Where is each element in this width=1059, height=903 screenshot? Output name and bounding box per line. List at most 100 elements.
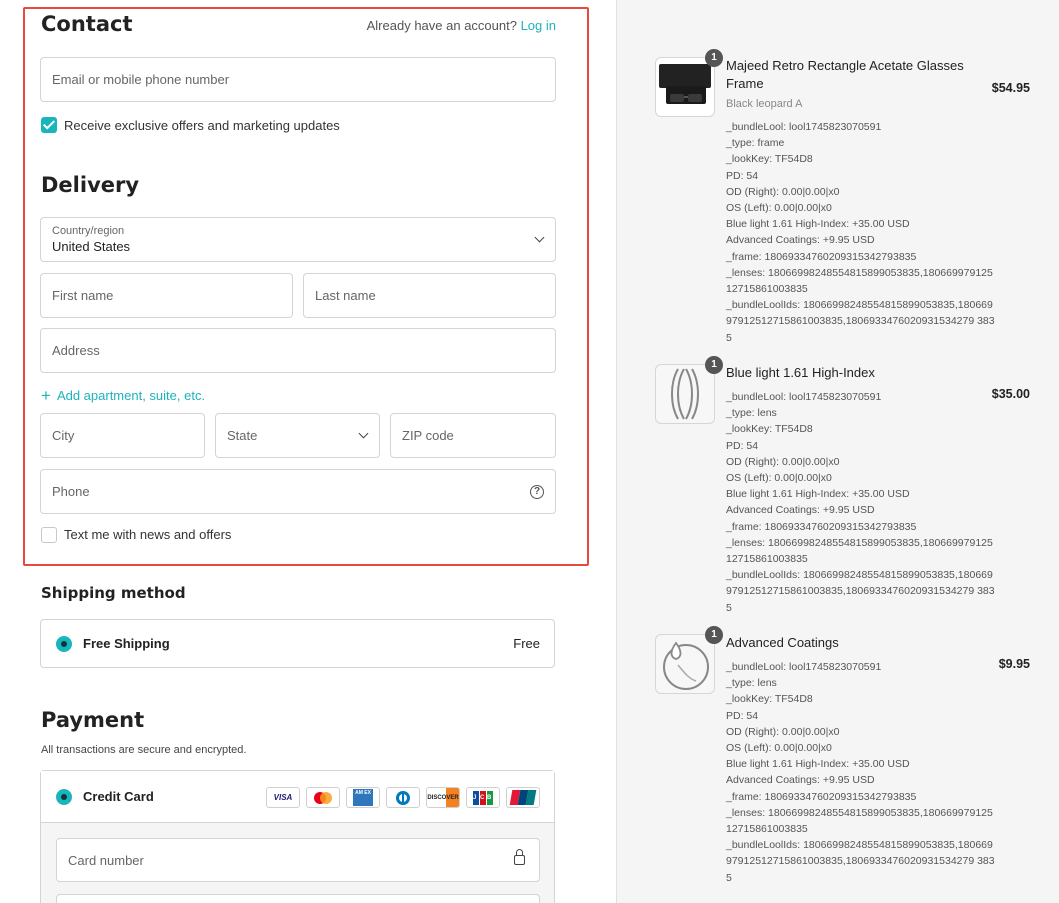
property-line: OD (Right): 0.00|0.00|x0 (726, 725, 840, 738)
product-properties: _bundleLool: lool1745823070591 _type: le… (726, 659, 996, 886)
property-line: _lookKey: TF54D8 (726, 423, 813, 436)
add-apartment-link[interactable]: + Add apartment, suite, etc. (41, 385, 205, 405)
sms-label: Text me with news and offers (64, 527, 232, 542)
jcb-icon: JCB (466, 787, 500, 808)
country-value: United States (52, 239, 131, 254)
plus-icon: + (41, 386, 51, 405)
card-logos: VISA AM EX DISCOVER JCB (266, 787, 540, 808)
login-prompt-text: Already have an account? (366, 18, 517, 33)
phone-field[interactable]: Phone ? (40, 469, 556, 514)
property-line: _frame: 18069334760209315342793835 (726, 790, 917, 803)
diners-icon (386, 787, 420, 808)
property-line: _lenses: 18066998248554815899053835,1806… (726, 806, 993, 836)
property-line: _bundleLool: lool1745823070591 (726, 391, 882, 403)
property-line: _lookKey: TF54D8 (726, 153, 813, 166)
zip-placeholder: ZIP code (402, 428, 454, 443)
product-price: $54.95 (991, 81, 1030, 95)
card-details: Card number (41, 823, 554, 903)
shipping-radio[interactable] (56, 636, 72, 652)
unionpay-icon (506, 787, 540, 808)
property-line: OD (Right): 0.00|0.00|x0 (726, 185, 840, 198)
quantity-badge: 1 (705, 49, 723, 67)
property-line: OD (Right): 0.00|0.00|x0 (726, 455, 840, 468)
product-thumbnail (655, 364, 715, 424)
product-name: Blue light 1.61 High-Index (726, 365, 875, 380)
property-line: _type: frame (726, 137, 785, 150)
last-name-field[interactable]: Last name (303, 273, 556, 318)
contact-title: Contact (41, 12, 133, 36)
address-placeholder: Address (52, 343, 100, 358)
property-line: Blue light 1.61 High-Index: +35.00 USD (726, 758, 910, 771)
quantity-badge: 1 (705, 626, 723, 644)
property-line: _bundleLool: lool1745823070591 (726, 661, 882, 673)
chevron-down-icon (534, 232, 545, 243)
sms-checkbox[interactable] (41, 527, 57, 543)
last-name-placeholder: Last name (315, 288, 376, 303)
payment-subtitle: All transactions are secure and encrypte… (41, 744, 247, 756)
coating-image (663, 641, 709, 690)
product-price: $9.95 (998, 657, 1030, 671)
property-line: _bundleLool: lool1745823070591 (726, 121, 882, 133)
email-field[interactable]: Email or mobile phone number (40, 57, 556, 102)
zip-field[interactable]: ZIP code (390, 413, 556, 458)
credit-card-option[interactable]: Credit Card VISA AM EX DISCOVER JCB (41, 771, 554, 823)
property-line: OS (Left): 0.00|0.00|x0 (726, 472, 832, 485)
shipping-option-price: Free (513, 636, 540, 651)
property-line: Advanced Coatings: +9.95 USD (726, 504, 875, 517)
property-line: PD: 54 (726, 439, 759, 452)
country-select[interactable]: Country/region United States (40, 217, 556, 262)
discover-icon: DISCOVER (426, 787, 460, 808)
property-line: _bundleLoolIds: 180669982485548158990538… (726, 569, 995, 614)
checkout-form: Contact Already have an account? Log in … (0, 0, 616, 903)
first-name-placeholder: First name (52, 288, 114, 303)
product-properties: _bundleLool: lool1745823070591 _type: fr… (726, 119, 996, 346)
marketing-checkbox[interactable] (41, 117, 57, 133)
first-name-field[interactable]: First name (40, 273, 293, 318)
property-line: _bundleLoolIds: 180669982485548158990538… (726, 299, 995, 344)
amex-icon: AM EX (346, 787, 380, 808)
product-price: $35.00 (991, 387, 1030, 401)
property-line: PD: 54 (726, 709, 759, 722)
card-number-placeholder: Card number (68, 853, 144, 868)
property-line: _lookKey: TF54D8 (726, 693, 813, 706)
help-icon[interactable]: ? (530, 485, 544, 499)
payment-title: Payment (41, 708, 145, 732)
login-link[interactable]: Log in (521, 18, 556, 33)
property-line: _bundleLoolIds: 180669982485548158990538… (726, 839, 995, 884)
property-line: OS (Left): 0.00|0.00|x0 (726, 742, 832, 755)
delivery-title: Delivery (41, 173, 140, 197)
product-properties: _bundleLool: lool1745823070591 _type: le… (726, 389, 996, 616)
visa-icon: VISA (266, 787, 300, 808)
mastercard-icon (306, 787, 340, 808)
add-apartment-label: Add apartment, suite, etc. (56, 388, 206, 403)
property-line: _type: lens (726, 677, 777, 690)
order-summary: 1 Majeed Retro Rectangle Acetate Glasses… (616, 0, 1059, 903)
property-line: Blue light 1.61 High-Index: +35.00 USD (726, 488, 910, 501)
property-line: _lenses: 18066998248554815899053835,1806… (726, 536, 993, 566)
property-line: PD: 54 (726, 169, 759, 182)
credit-card-label: Credit Card (83, 789, 154, 804)
shipping-option[interactable]: Free Shipping Free (40, 619, 555, 668)
lens-image (671, 368, 699, 420)
property-line: Advanced Coatings: +9.95 USD (726, 234, 875, 247)
lock-icon (514, 849, 525, 865)
state-placeholder: State (227, 428, 258, 443)
city-field[interactable]: City (40, 413, 205, 458)
marketing-label: Receive exclusive offers and marketing u… (64, 118, 340, 133)
shipping-title: Shipping method (41, 584, 186, 602)
product-name: Majeed Retro Rectangle Acetate Glasses F… (726, 58, 964, 91)
property-line: _frame: 18069334760209315342793835 (726, 520, 917, 533)
address-field[interactable]: Address (40, 328, 556, 373)
card-number-field[interactable]: Card number (56, 838, 540, 882)
credit-card-radio[interactable] (56, 789, 72, 805)
state-select[interactable]: State (215, 413, 380, 458)
property-line: _type: lens (726, 407, 777, 420)
chevron-down-icon (358, 428, 369, 439)
country-label: Country/region (52, 225, 125, 237)
card-expiry-field[interactable] (56, 894, 540, 903)
property-line: _frame: 18069334760209315342793835 (726, 250, 917, 263)
login-prompt: Already have an account? Log in (367, 18, 556, 33)
product-variant: Black leopard A (726, 98, 803, 110)
quantity-badge: 1 (705, 356, 723, 374)
property-line: _lenses: 18066998248554815899053835,1806… (726, 266, 993, 296)
